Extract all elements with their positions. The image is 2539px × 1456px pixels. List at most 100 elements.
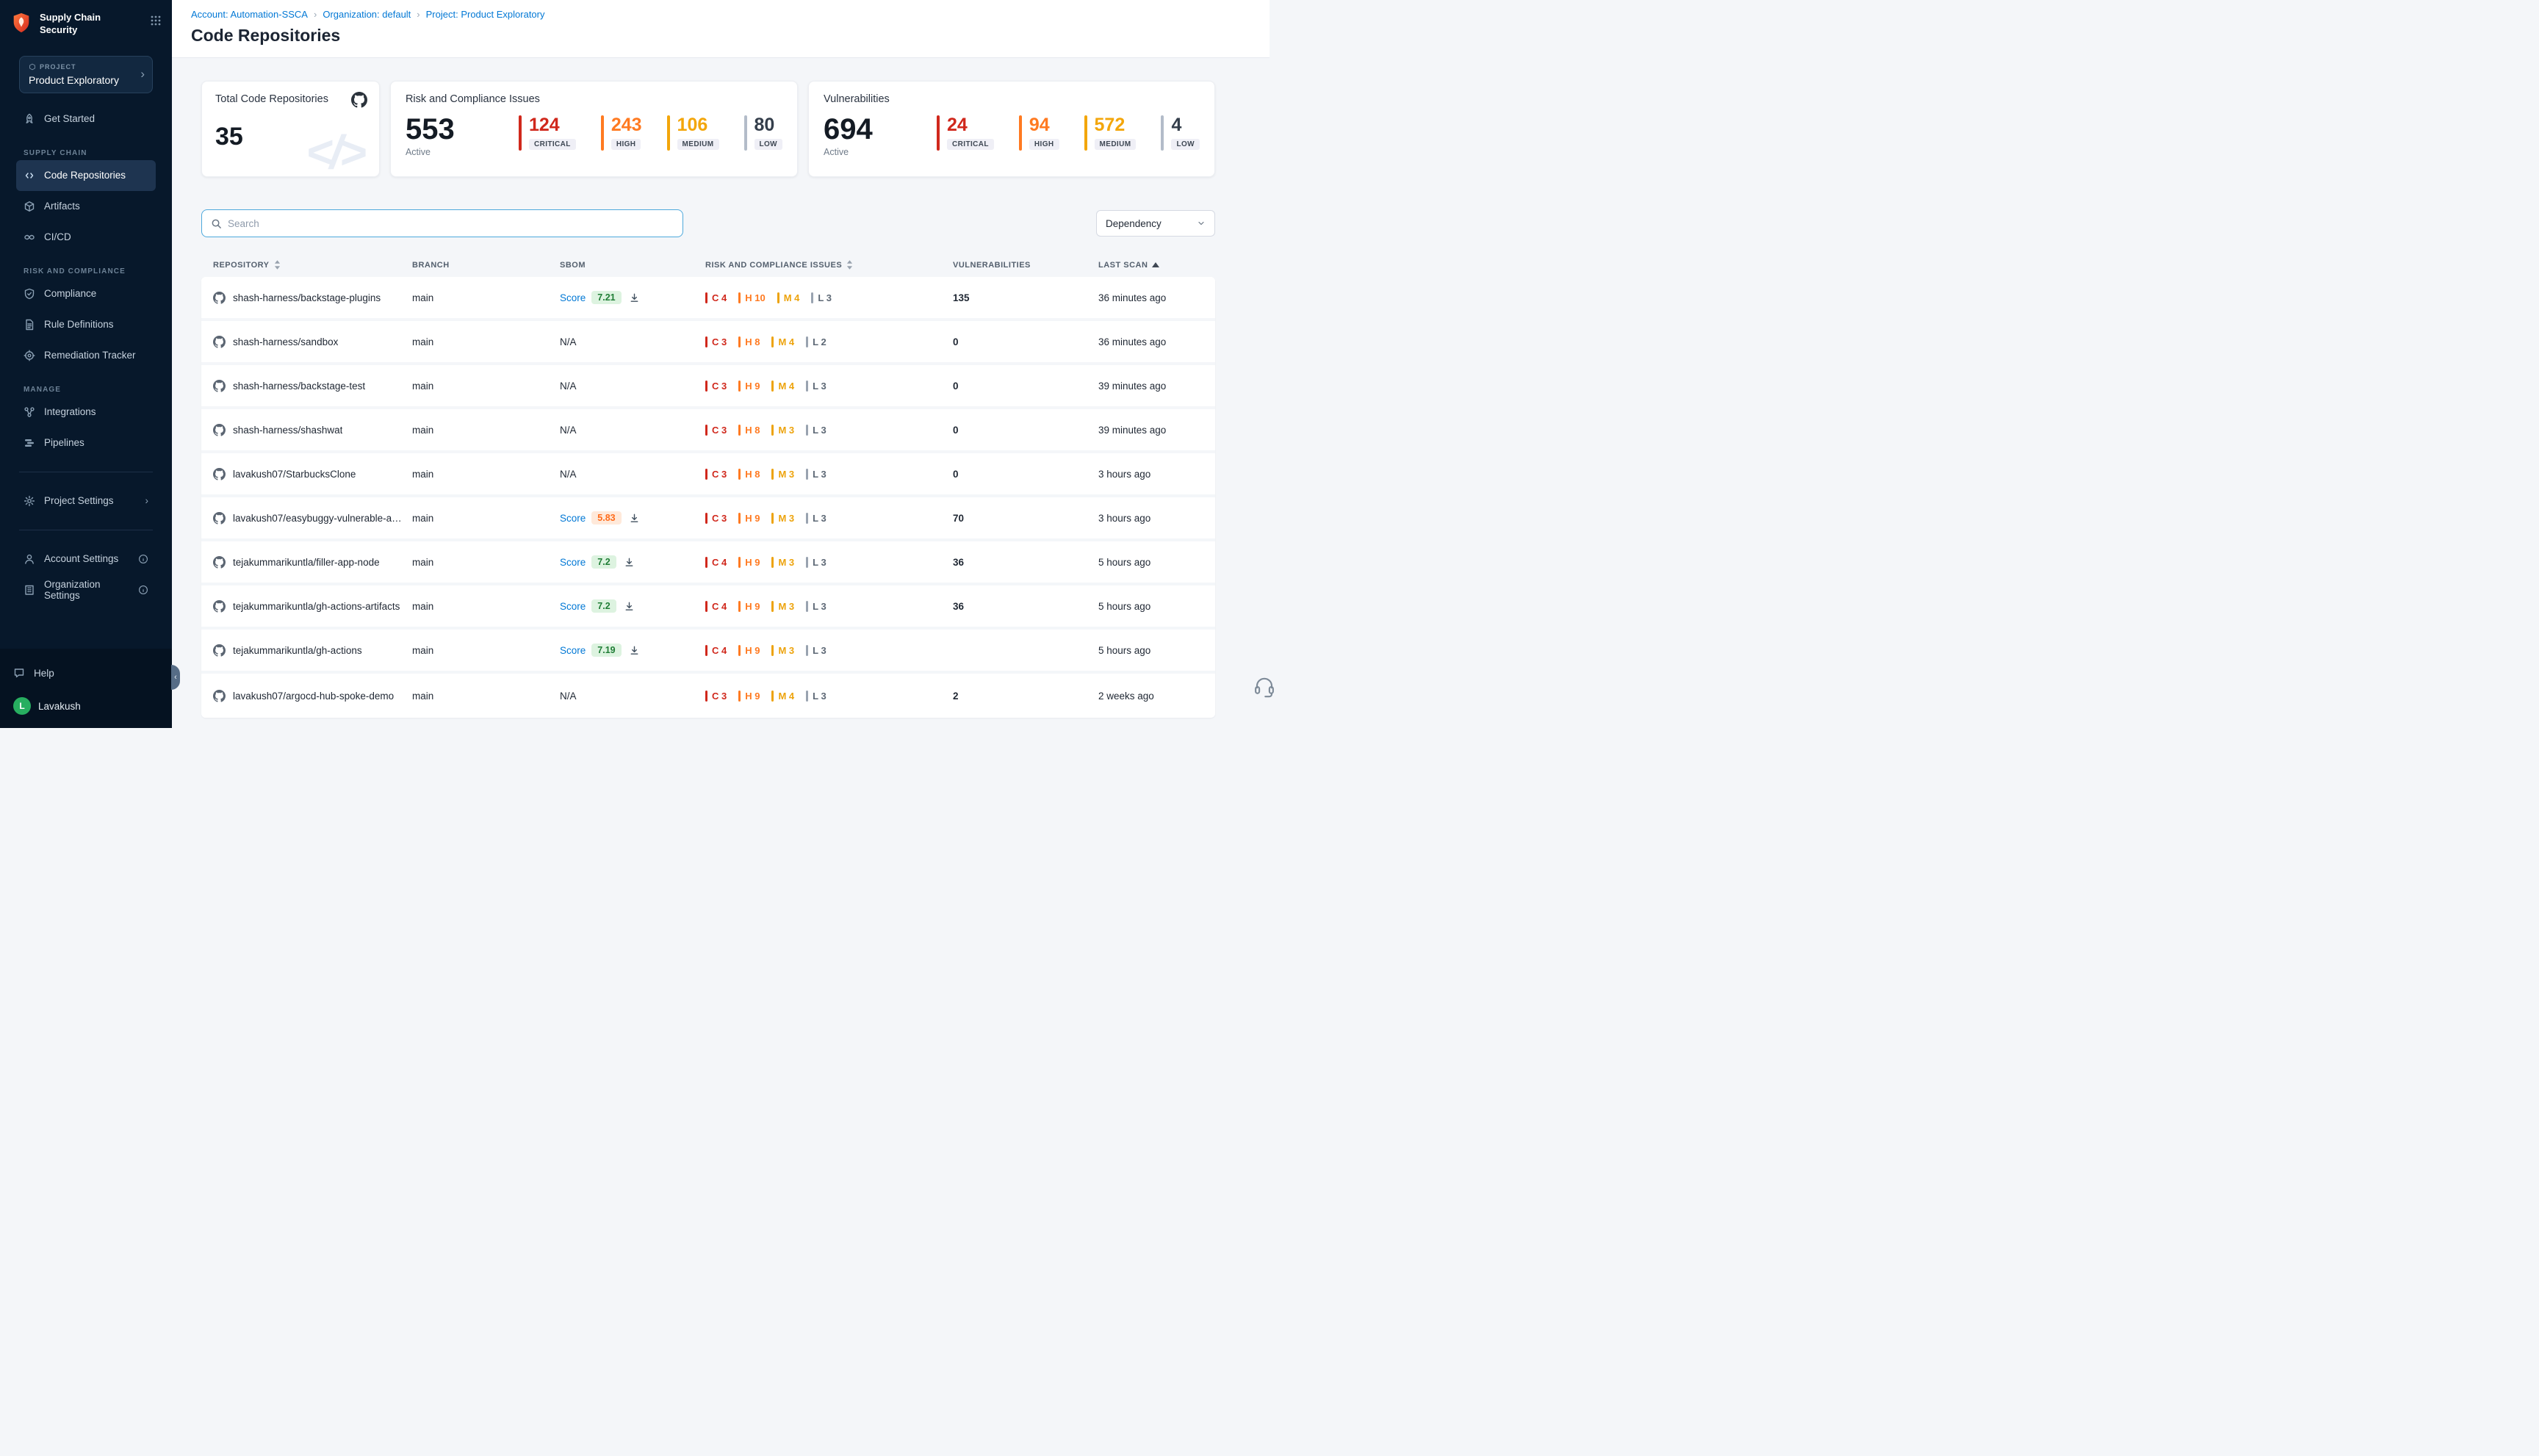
repository-name: tejakummarikuntla/gh-actions (233, 645, 362, 656)
risk-medium-count: M 4 (777, 292, 800, 303)
sidebar-item-help[interactable]: Help (6, 657, 166, 688)
sidebar-item-project-settings[interactable]: Project Settings › (16, 486, 156, 516)
sbom-score-link[interactable]: Score (560, 292, 586, 303)
severity-count: 4 (1171, 115, 1200, 134)
sbom-score-link[interactable]: Score (560, 557, 586, 568)
repository-cell[interactable]: shash-harness/backstage-test (213, 380, 412, 392)
filter-dropdown[interactable]: Dependency (1096, 210, 1215, 237)
table-row[interactable]: shash-harness/backstage-testmainN/AC 3H … (201, 365, 1215, 409)
github-icon (213, 336, 226, 348)
infinity-icon (24, 231, 35, 243)
sidebar-item-ci-cd[interactable]: CI/CD (16, 222, 156, 253)
sidebar-item-label: Code Repositories (44, 170, 126, 181)
download-sbom-icon[interactable] (629, 645, 640, 656)
column-last-scan[interactable]: LAST SCAN (1098, 261, 1215, 270)
repository-cell[interactable]: lavakush07/easybuggy-vulnerable-app... (213, 512, 412, 525)
risk-issues-cell: C 3H 9M 3L 3 (705, 513, 953, 524)
risk-high-count: H 9 (738, 601, 760, 612)
repository-name: lavakush07/easybuggy-vulnerable-app... (233, 513, 405, 524)
table-row[interactable]: lavakush07/StarbucksClonemainN/AC 3H 8M … (201, 453, 1215, 497)
severity-bar (601, 115, 604, 151)
risk-medium-count: M 3 (771, 557, 794, 568)
table-row[interactable]: tejakummarikuntla/gh-actions-artifactsma… (201, 585, 1215, 630)
sidebar-item-label: Compliance (44, 288, 96, 299)
sbom-na: N/A (560, 381, 577, 392)
severity-bar (1161, 115, 1164, 151)
table-row[interactable]: lavakush07/argocd-hub-spoke-demomainN/AC… (201, 674, 1215, 718)
severity-stat: 94HIGH (1019, 115, 1059, 151)
download-sbom-icon[interactable] (624, 601, 635, 612)
severity-bar (1019, 115, 1022, 151)
sbom-cell: N/A (560, 691, 705, 702)
sidebar-item-account-settings[interactable]: Account Settings (16, 544, 156, 574)
search-input[interactable] (228, 218, 674, 229)
sidebar-item-rule-definitions[interactable]: Rule Definitions (16, 309, 156, 340)
breadcrumb-organization[interactable]: Organization: default (323, 9, 411, 20)
section-manage: MANAGE (24, 386, 162, 394)
table-row[interactable]: shash-harness/backstage-pluginsmainScore… (201, 277, 1215, 321)
sbom-na: N/A (560, 425, 577, 436)
repository-cell[interactable]: shash-harness/backstage-plugins (213, 292, 412, 304)
sidebar-item-integrations[interactable]: Integrations (16, 397, 156, 428)
repository-cell[interactable]: tejakummarikuntla/filler-app-node (213, 556, 412, 569)
repository-cell[interactable]: tejakummarikuntla/gh-actions-artifacts (213, 600, 412, 613)
sidebar: Supply Chain Security PROJECT Produ (0, 0, 172, 728)
severity-bar (806, 691, 808, 702)
project-selector[interactable]: PROJECT Product Exploratory › (19, 56, 153, 93)
sbom-cell: Score7.19 (560, 644, 705, 657)
severity-count: 106 (677, 115, 719, 134)
repository-cell[interactable]: tejakummarikuntla/gh-actions (213, 644, 412, 657)
github-icon (213, 380, 226, 392)
last-scan: 5 hours ago (1098, 557, 1215, 568)
sidebar-item-code-repositories[interactable]: Code Repositories (16, 160, 156, 191)
table-row[interactable]: shash-harness/sandboxmainN/AC 3H 8M 4L 2… (201, 321, 1215, 365)
module-grid-icon[interactable] (150, 15, 162, 30)
severity-bar (738, 292, 741, 303)
table-row[interactable]: lavakush07/easybuggy-vulnerable-app...ma… (201, 497, 1215, 541)
sidebar-item-remediation-tracker[interactable]: Remediation Tracker (16, 340, 156, 371)
repository-cell[interactable]: lavakush07/StarbucksClone (213, 468, 412, 480)
repository-cell[interactable]: lavakush07/argocd-hub-spoke-demo (213, 690, 412, 702)
sidebar-item-get-started[interactable]: Get Started (16, 104, 156, 134)
github-icon (213, 512, 226, 525)
repository-name: lavakush07/argocd-hub-spoke-demo (233, 691, 394, 702)
column-branch: BRANCH (412, 261, 560, 270)
sidebar-item-compliance[interactable]: Compliance (16, 278, 156, 309)
repository-cell[interactable]: shash-harness/shashwat (213, 424, 412, 436)
sidebar-item-label: Help (34, 668, 54, 679)
download-sbom-icon[interactable] (629, 292, 640, 303)
sidebar-item-label: CI/CD (44, 231, 71, 242)
integrations-icon (24, 406, 35, 418)
last-scan: 36 minutes ago (1098, 336, 1215, 347)
sidebar-item-organization-settings[interactable]: Organization Settings (16, 574, 156, 605)
severity-bar (738, 513, 741, 524)
risk-issues-cell: C 4H 9M 3L 3 (705, 645, 953, 656)
download-sbom-icon[interactable] (624, 557, 635, 568)
sbom-score-link[interactable]: Score (560, 645, 586, 656)
download-sbom-icon[interactable] (629, 513, 640, 524)
breadcrumb-account[interactable]: Account: Automation-SSCA (191, 9, 308, 20)
severity-stat: 106MEDIUM (667, 115, 719, 151)
column-risk-issues[interactable]: RISK AND COMPLIANCE ISSUES (705, 260, 953, 270)
severity-bar (771, 645, 774, 656)
table-row[interactable]: shash-harness/shashwatmainN/AC 3H 8M 3L … (201, 409, 1215, 453)
repository-cell[interactable]: shash-harness/sandbox (213, 336, 412, 348)
support-headset-icon[interactable] (1253, 676, 1275, 702)
info-icon[interactable] (138, 554, 148, 564)
table-row[interactable]: tejakummarikuntla/gh-actionsmainScore7.1… (201, 630, 1215, 674)
risk-critical-count: C 3 (705, 425, 727, 436)
user-menu[interactable]: L Lavakush (6, 691, 166, 721)
supply-chain-security-logo (10, 12, 32, 34)
sbom-score-link[interactable]: Score (560, 601, 586, 612)
column-repository[interactable]: REPOSITORY (213, 260, 412, 270)
sbom-cell: Score7.21 (560, 291, 705, 304)
sbom-score-link[interactable]: Score (560, 513, 586, 524)
total-repos-card: Total Code Repositories 35 </> (201, 81, 380, 177)
sidebar-item-pipelines[interactable]: Pipelines (16, 428, 156, 458)
sidebar-item-artifacts[interactable]: Artifacts (16, 191, 156, 222)
table-row[interactable]: tejakummarikuntla/filler-app-nodemainSco… (201, 541, 1215, 585)
severity-label-badge: MEDIUM (1095, 139, 1137, 150)
github-icon (213, 468, 226, 480)
breadcrumb-project[interactable]: Project: Product Exploratory (426, 9, 545, 20)
info-icon[interactable] (138, 585, 148, 595)
